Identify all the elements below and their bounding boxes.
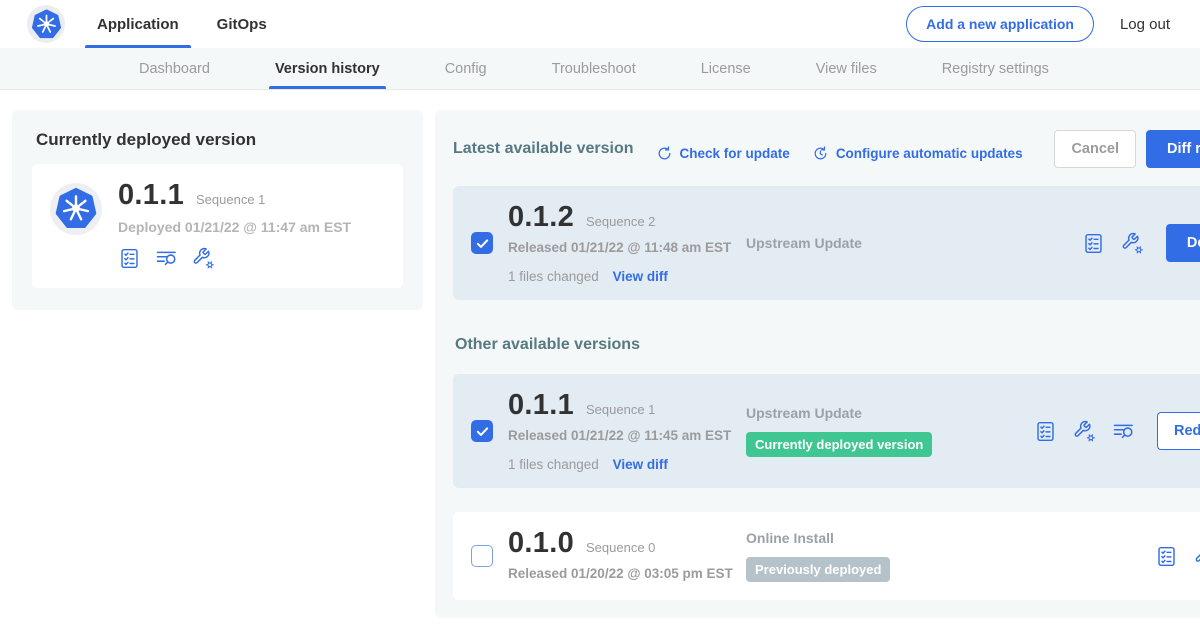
tab-gitops[interactable]: GitOps: [205, 0, 279, 48]
version-source-column: Upstream Update Currently deployed versi…: [746, 405, 1034, 457]
top-nav-right: Add a new application Log out: [906, 6, 1170, 42]
diff-releases-button[interactable]: Diff releases: [1146, 130, 1200, 168]
deploy-logs-magnifier-icon[interactable]: [1112, 420, 1135, 443]
current-deployed-timestamp: Deployed 01/21/22 @ 11:47 am EST: [118, 219, 351, 235]
view-diff-link[interactable]: View diff: [613, 457, 668, 472]
current-version-actions: [118, 247, 351, 270]
cancel-button[interactable]: Cancel: [1054, 130, 1136, 168]
edit-config-wrench-gear-icon[interactable]: [1073, 420, 1096, 443]
files-changed-label: 1 files changed: [508, 457, 599, 472]
version-number: 0.1.0: [508, 528, 574, 558]
preflight-checklist-icon[interactable]: [1034, 420, 1057, 443]
check-icon: [475, 236, 490, 251]
deploy-button[interactable]: Deploy: [1166, 224, 1200, 262]
tab-gitops-label: GitOps: [217, 16, 267, 33]
tab-application[interactable]: Application: [85, 0, 191, 48]
version-actions-column: Redeploy: [1034, 412, 1200, 450]
view-config-wrench-eye-icon[interactable]: [1194, 545, 1200, 568]
subtab-registry-settings-label: Registry settings: [942, 61, 1049, 77]
version-row-0-1-2: 0.1.2 Sequence 2 Released 01/21/22 @ 11:…: [453, 186, 1200, 300]
edit-config-wrench-gear-icon[interactable]: [1121, 232, 1144, 255]
version-sequence: Sequence 2: [586, 214, 655, 229]
subtab-version-history-label: Version history: [275, 61, 380, 77]
subtab-registry-settings[interactable]: Registry settings: [940, 48, 1051, 89]
edit-config-wrench-gear-icon[interactable]: [192, 247, 215, 270]
version-row-0-1-1: 0.1.1 Sequence 1 Released 01/21/22 @ 11:…: [453, 374, 1200, 488]
previously-deployed-badge: Previously deployed: [746, 557, 890, 582]
header-actions: Cancel Diff releases: [1054, 130, 1200, 168]
check-for-update-link[interactable]: Check for update: [656, 145, 790, 162]
sub-nav: Dashboard Version history Config Trouble…: [0, 48, 1200, 90]
clock-refresh-icon: [812, 145, 829, 162]
kubernetes-logo-icon: [53, 186, 99, 232]
configure-automatic-updates-label: Configure automatic updates: [836, 146, 1023, 161]
version-source-column: Upstream Update: [746, 235, 1034, 251]
app-icon-badge: [50, 183, 102, 235]
version-info-column: 0.1.1 Sequence 1 Released 01/21/22 @ 11:…: [508, 390, 746, 472]
subtab-dashboard-label: Dashboard: [139, 61, 210, 77]
version-source-column: Online Install Previously deployed: [746, 530, 1034, 582]
subtab-view-files[interactable]: View files: [814, 48, 879, 89]
subtab-troubleshoot-label: Troubleshoot: [552, 61, 636, 77]
version-actions-column: [1155, 545, 1200, 568]
latest-version-title: Latest available version: [453, 140, 634, 158]
version-row-0-1-0: 0.1.0 Sequence 0 Released 01/20/22 @ 03:…: [453, 512, 1200, 600]
version-source-label: Upstream Update: [746, 405, 862, 421]
subtab-license[interactable]: License: [699, 48, 753, 89]
preflight-checklist-icon[interactable]: [1155, 545, 1178, 568]
deploy-logs-magnifier-icon[interactable]: [155, 247, 178, 270]
main-content: Currently deployed version 0.1.1 Sequenc…: [0, 90, 1200, 618]
add-application-button[interactable]: Add a new application: [906, 6, 1094, 42]
subtab-dashboard[interactable]: Dashboard: [137, 48, 212, 89]
files-changed-label: 1 files changed: [508, 269, 599, 284]
version-sequence: Sequence 0: [586, 540, 655, 555]
latest-version-header: Latest available version Check for updat…: [453, 130, 1200, 168]
redeploy-button[interactable]: Redeploy: [1157, 412, 1200, 450]
configure-automatic-updates-link[interactable]: Configure automatic updates: [812, 145, 1023, 162]
version-number: 0.1.2: [508, 202, 574, 232]
released-timestamp: Released 01/21/22 @ 11:45 am EST: [508, 426, 743, 446]
released-timestamp: Released 01/21/22 @ 11:48 am EST: [508, 238, 743, 258]
top-nav: Application GitOps Add a new application…: [0, 0, 1200, 48]
version-select-checkbox[interactable]: [471, 232, 493, 254]
app-logo: [27, 5, 65, 43]
other-versions-title: Other available versions: [455, 336, 1200, 354]
current-version-title: Currently deployed version: [36, 130, 403, 150]
kubernetes-logo-icon: [30, 8, 63, 41]
subtab-version-history[interactable]: Version history: [273, 48, 382, 89]
version-sequence: Sequence 1: [586, 402, 655, 417]
released-timestamp: Released 01/20/22 @ 03:05 pm EST: [508, 564, 743, 584]
version-number: 0.1.1: [508, 390, 574, 420]
version-actions-column: Deploy: [1082, 224, 1200, 262]
subtab-troubleshoot[interactable]: Troubleshoot: [550, 48, 638, 89]
subtab-config[interactable]: Config: [443, 48, 489, 89]
version-info-column: 0.1.0 Sequence 0 Released 01/20/22 @ 03:…: [508, 528, 746, 584]
version-history-panel: Latest available version Check for updat…: [435, 110, 1200, 618]
check-icon: [475, 424, 490, 439]
subtab-view-files-label: View files: [816, 61, 877, 77]
version-select-checkbox[interactable]: [471, 545, 493, 567]
current-version-panel: Currently deployed version 0.1.1 Sequenc…: [12, 110, 423, 310]
check-for-update-label: Check for update: [680, 146, 790, 161]
subtab-config-label: Config: [445, 61, 487, 77]
version-source-label: Upstream Update: [746, 235, 862, 251]
version-info-column: 0.1.2 Sequence 2 Released 01/21/22 @ 11:…: [508, 202, 746, 284]
subtab-license-label: License: [701, 61, 751, 77]
version-select-checkbox[interactable]: [471, 420, 493, 442]
current-version-info: 0.1.1 Sequence 1 Deployed 01/21/22 @ 11:…: [118, 180, 351, 270]
tab-application-label: Application: [97, 16, 179, 33]
current-version-card: 0.1.1 Sequence 1 Deployed 01/21/22 @ 11:…: [32, 164, 403, 288]
current-version-number: 0.1.1: [118, 180, 184, 210]
current-version-sequence: Sequence 1: [196, 192, 265, 207]
preflight-checklist-icon[interactable]: [1082, 232, 1105, 255]
refresh-icon: [656, 145, 673, 162]
version-source-label: Online Install: [746, 530, 834, 546]
currently-deployed-badge: Currently deployed version: [746, 432, 932, 457]
preflight-checklist-icon[interactable]: [118, 247, 141, 270]
view-diff-link[interactable]: View diff: [613, 269, 668, 284]
logout-link[interactable]: Log out: [1120, 16, 1170, 33]
top-nav-tabs: Application GitOps: [85, 0, 293, 48]
